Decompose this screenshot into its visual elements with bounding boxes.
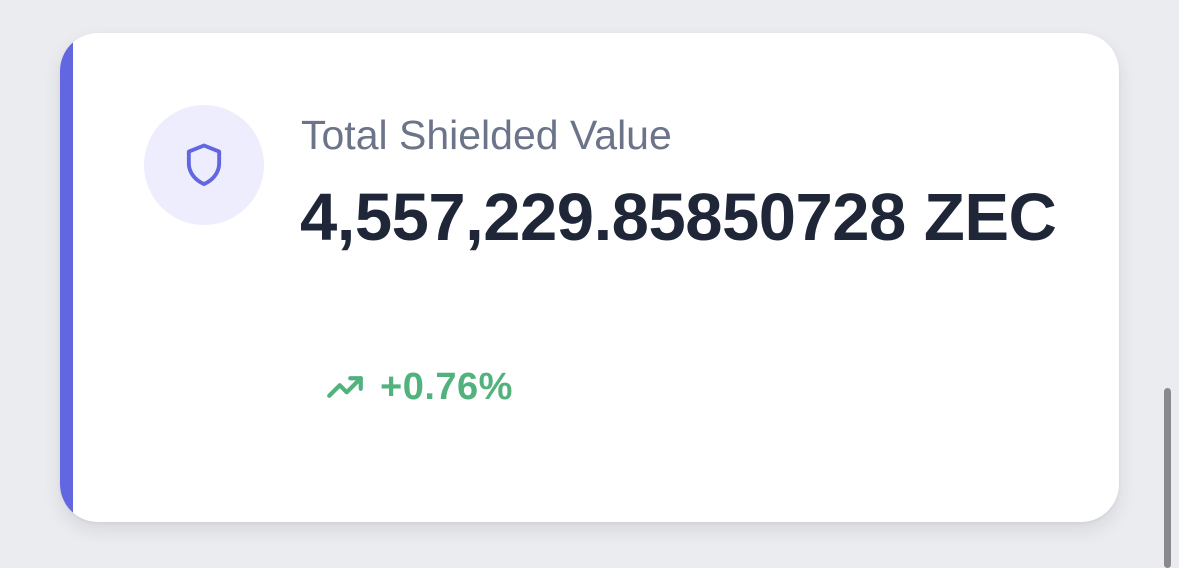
shield-icon (186, 143, 222, 187)
shield-icon-badge (144, 105, 264, 225)
page: { "card": { "label": "Total Shielded Val… (0, 0, 1179, 568)
card-label: Total Shielded Value (301, 112, 672, 158)
total-shielded-value: 4,557,229.85850728 ZEC (300, 180, 1057, 255)
change-percentage: +0.76% (380, 366, 513, 408)
trending-up-icon (327, 376, 363, 398)
vertical-scrollbar[interactable] (1164, 388, 1171, 568)
shielded-value-card: Total Shielded Value 4,557,229.85850728 … (60, 33, 1119, 522)
change-indicator: +0.76% (324, 363, 513, 411)
card-accent-bar (60, 33, 73, 522)
